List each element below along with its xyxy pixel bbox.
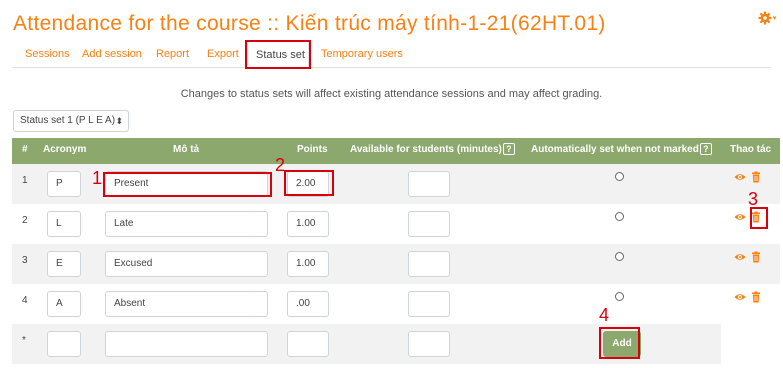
settings-menu[interactable]: ▾: [754, 9, 780, 27]
header-points: Points: [297, 144, 328, 155]
points-input[interactable]: 1.00: [287, 211, 329, 237]
tab-report[interactable]: Report: [156, 41, 189, 68]
annotation-label: 4: [599, 305, 610, 325]
eye-icon[interactable]: [734, 291, 746, 303]
description-input[interactable]: Absent: [105, 291, 268, 317]
trash-icon[interactable]: [750, 251, 762, 263]
auto-set-radio[interactable]: [615, 252, 624, 261]
table-row: 4 A Absent .00: [12, 284, 780, 324]
acronym-input[interactable]: P: [47, 171, 81, 197]
description-input[interactable]: Late: [105, 211, 268, 237]
available-minutes-input[interactable]: [408, 251, 450, 277]
tab-bar: Sessions Add session Report Export Statu…: [12, 41, 771, 68]
header-num: #: [22, 144, 28, 155]
table-header: # Acronym Mô tả Points Available for stu…: [12, 138, 780, 164]
header-available-label: Available for students (minutes): [350, 144, 502, 155]
highlight-delete-icon: [750, 207, 768, 229]
trash-icon[interactable]: [750, 171, 762, 183]
auto-set-radio[interactable]: [615, 172, 624, 181]
select-arrows-icon: ⬍: [115, 116, 123, 126]
new-available-minutes-input[interactable]: [408, 331, 450, 357]
new-acronym-input[interactable]: [47, 331, 81, 357]
trash-icon[interactable]: [750, 291, 762, 303]
tab-export[interactable]: Export: [207, 41, 239, 68]
points-input[interactable]: .00: [287, 291, 329, 317]
header-available: Available for students (minutes)?: [350, 138, 515, 162]
header-acronym: Acronym: [43, 144, 87, 155]
status-set-select-value: Status set 1 (P L E A): [20, 115, 116, 126]
page-title: Attendance for the course :: Kiến trúc m…: [13, 12, 606, 35]
row-number: 2: [22, 215, 28, 226]
row-number: 3: [22, 255, 28, 266]
available-minutes-input[interactable]: [408, 291, 450, 317]
annotation-label: 3: [748, 189, 759, 209]
table-row: 2 L Late 1.00: [12, 204, 780, 244]
annotation-label: 2: [275, 155, 286, 175]
highlight-points-input: [284, 170, 334, 196]
eye-icon[interactable]: [734, 211, 746, 223]
header-actions: Thao tác: [730, 144, 772, 155]
row-number: *: [22, 335, 26, 346]
notice-text: Changes to status sets will affect exist…: [180, 88, 603, 100]
header-auto-label: Automatically set when not marked: [531, 144, 699, 155]
status-set-select[interactable]: Status set 1 (P L E A) ⬍: [13, 110, 129, 132]
new-points-input[interactable]: [287, 331, 329, 357]
tab-sessions[interactable]: Sessions: [25, 41, 70, 68]
acronym-input[interactable]: E: [47, 251, 81, 277]
highlight-status-set-tab: [245, 40, 311, 69]
tab-add-session[interactable]: Add session: [82, 41, 142, 68]
annotation-label: 1: [92, 168, 103, 188]
help-icon[interactable]: ?: [699, 143, 712, 156]
header-description: Mô tả: [173, 144, 200, 155]
acronym-input[interactable]: L: [47, 211, 81, 237]
highlight-add-button: [599, 327, 640, 359]
row-number: 1: [22, 175, 28, 186]
eye-icon[interactable]: [734, 251, 746, 263]
highlight-description-input: [103, 172, 272, 197]
auto-set-radio[interactable]: [615, 212, 624, 221]
chevron-down-icon: ▾: [772, 15, 777, 22]
available-minutes-input[interactable]: [408, 211, 450, 237]
gear-icon: [758, 11, 772, 25]
points-input[interactable]: 1.00: [287, 251, 329, 277]
tab-temporary-users[interactable]: Temporary users: [321, 41, 403, 68]
row-number: 4: [22, 295, 28, 306]
description-input[interactable]: Excused: [105, 251, 268, 277]
eye-icon[interactable]: [734, 171, 746, 183]
auto-set-radio[interactable]: [615, 292, 624, 301]
help-icon[interactable]: ?: [502, 143, 515, 156]
table-row: 3 E Excused 1.00: [12, 244, 780, 284]
available-minutes-input[interactable]: [408, 171, 450, 197]
acronym-input[interactable]: A: [47, 291, 81, 317]
header-auto: Automatically set when not marked?: [531, 138, 712, 162]
new-description-input[interactable]: [105, 331, 268, 357]
